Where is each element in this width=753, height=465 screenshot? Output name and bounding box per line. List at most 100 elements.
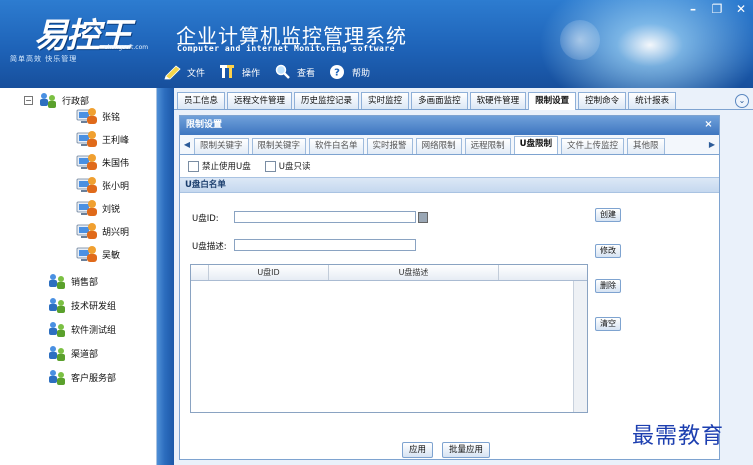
tree-group-label: 销售部 [71, 277, 99, 288]
minimize-button[interactable]: – [681, 0, 705, 18]
tree-user-item[interactable]: 刘锐 [76, 198, 120, 218]
tree-group-item[interactable]: 客户服务部 [46, 367, 116, 387]
sub-tab-other[interactable]: 其他限 [627, 138, 665, 154]
tab-reports[interactable]: 统计报表 [628, 92, 677, 109]
sub-tab-file-upload[interactable]: 文件上传监控 [561, 138, 625, 154]
header-glow-small [560, 20, 600, 60]
tab-employee-info[interactable]: 员工信息 [177, 92, 226, 109]
usb-id-picker-button[interactable] [418, 212, 428, 223]
file-menu-button[interactable]: 文件 [160, 60, 215, 84]
tree-group-label: 技术研发组 [71, 301, 117, 312]
tree-user-label: 胡兴明 [102, 227, 130, 238]
table-header: U盘ID U盘描述 [191, 265, 587, 281]
tab-hardware-software[interactable]: 软硬件管理 [469, 92, 527, 109]
tree-user-item[interactable]: 王利峰 [76, 129, 129, 149]
clear-button[interactable]: 清空 [595, 317, 621, 331]
create-button[interactable]: 创建 [595, 208, 621, 222]
tree-user-label: 张铭 [102, 112, 121, 123]
sub-tab-software-whitelist[interactable]: 软件白名单 [309, 138, 364, 154]
group-icon [46, 272, 68, 290]
file-menu-label: 文件 [187, 68, 206, 79]
column-usb-id[interactable]: U盘ID [209, 265, 329, 280]
app-subtitle: Computer and internet Monitoring softwar… [177, 44, 395, 53]
main-toolbar: 文件 操作 查看 ? 帮助 [160, 60, 380, 84]
batch-apply-button[interactable]: 批量应用 [442, 442, 491, 458]
sub-tab-keywords-1[interactable]: 限制关键字 [194, 138, 249, 154]
tools-icon [219, 64, 237, 80]
user-computer-icon [76, 175, 98, 195]
usb-id-input[interactable] [234, 211, 416, 223]
group-icon [46, 320, 68, 338]
sidebar-splitter[interactable] [157, 88, 174, 465]
sub-tab-network[interactable]: 网络限制 [415, 138, 462, 154]
tree-group-item[interactable]: 技术研发组 [46, 295, 116, 315]
window-controls: – ❐ ✕ [681, 0, 753, 18]
disable-usb-label: 禁止使用U盘 [202, 162, 251, 172]
tree-root-label: 行政部 [62, 96, 90, 107]
modify-button[interactable]: 修改 [595, 244, 621, 258]
panel-close-button[interactable]: × [702, 119, 715, 132]
tree-user-item[interactable]: 张小明 [76, 175, 129, 195]
pencil-icon [164, 64, 182, 80]
tab-remote-files[interactable]: 远程文件管理 [227, 92, 293, 109]
operation-menu-label: 操作 [242, 68, 261, 79]
filler-column [499, 265, 587, 280]
view-menu-label: 查看 [297, 68, 316, 79]
logo-slogan: 简单高效 快乐管理 [10, 55, 78, 63]
usb-desc-input[interactable] [234, 239, 416, 251]
user-computer-icon [76, 129, 98, 149]
tab-realtime[interactable]: 实时监控 [361, 92, 410, 109]
tree-user-item[interactable]: 胡兴明 [76, 221, 129, 241]
tree-user-item[interactable]: 吴敏 [76, 244, 120, 264]
view-menu-button[interactable]: 查看 [270, 60, 325, 84]
sub-tab-usb[interactable]: U盘限制 [513, 136, 558, 154]
tree-user-item[interactable]: 张铭 [76, 106, 120, 126]
help-icon: ? [329, 64, 347, 80]
sub-tab-alarm[interactable]: 实时报警 [366, 138, 413, 154]
panel-title: 限制设置 × [180, 116, 719, 135]
tree-user-label: 朱国伟 [102, 158, 130, 169]
tab-multi-screen[interactable]: 多画面监控 [411, 92, 468, 109]
sub-tabs-right-arrow[interactable]: ▶ [707, 138, 717, 152]
row-header-column [191, 265, 209, 280]
close-window-button[interactable]: ✕ [729, 0, 753, 18]
tree-user-item[interactable]: 朱国伟 [76, 152, 129, 172]
svg-text:?: ? [334, 68, 340, 79]
search-icon [274, 64, 292, 80]
usb-readonly-checkbox[interactable] [264, 160, 276, 172]
watermark-text: 最需教育 [632, 424, 725, 449]
apply-button[interactable]: 应用 [402, 442, 434, 458]
maximize-button[interactable]: ❐ [705, 0, 729, 18]
tree-group-item[interactable]: 软件测试组 [46, 319, 116, 339]
delete-button[interactable]: 删除 [595, 279, 621, 293]
group-icon [46, 296, 68, 314]
tab-restrictions[interactable]: 限制设置 [528, 92, 577, 110]
collapse-icon[interactable]: − [24, 95, 33, 105]
usb-options: 禁止使用U盘 U盘只读 [180, 155, 719, 177]
usb-whitelist-header: U盘白名单 [180, 177, 719, 193]
sub-tabs-left-arrow[interactable]: ◀ [182, 138, 192, 152]
tree-group-item[interactable]: 销售部 [46, 271, 98, 291]
tree-user-label: 刘锐 [102, 204, 121, 215]
usb-whitelist-table[interactable]: U盘ID U盘描述 [190, 264, 588, 413]
group-icon [46, 344, 68, 362]
user-computer-icon [76, 198, 98, 218]
main-area: 员工信息 远程文件管理 历史监控记录 实时监控 多画面监控 软硬件管理 限制设置… [174, 88, 753, 465]
sub-tab-keywords-2[interactable]: 限制关键字 [251, 138, 307, 154]
operation-menu-button[interactable]: 操作 [215, 60, 270, 84]
tree-group-label: 软件测试组 [71, 325, 117, 336]
disable-usb-checkbox[interactable] [188, 160, 199, 172]
table-scrollbar[interactable] [573, 281, 587, 412]
tabs-more-button[interactable]: ⌄ [735, 94, 749, 108]
tab-commands[interactable]: 控制命令 [578, 92, 627, 109]
user-computer-icon [76, 221, 98, 241]
help-menu-button[interactable]: ? 帮助 [325, 60, 380, 84]
user-computer-icon [76, 152, 98, 172]
column-usb-desc[interactable]: U盘描述 [329, 265, 499, 280]
sub-tab-remote[interactable]: 远程限制 [464, 138, 511, 154]
tree-user-label: 王利峰 [102, 135, 130, 146]
tree-group-label: 渠道部 [71, 349, 99, 360]
tree-group-item[interactable]: 渠道部 [46, 343, 98, 363]
tab-history[interactable]: 历史监控记录 [294, 92, 360, 109]
panel-title-label: 限制设置 [186, 120, 223, 130]
